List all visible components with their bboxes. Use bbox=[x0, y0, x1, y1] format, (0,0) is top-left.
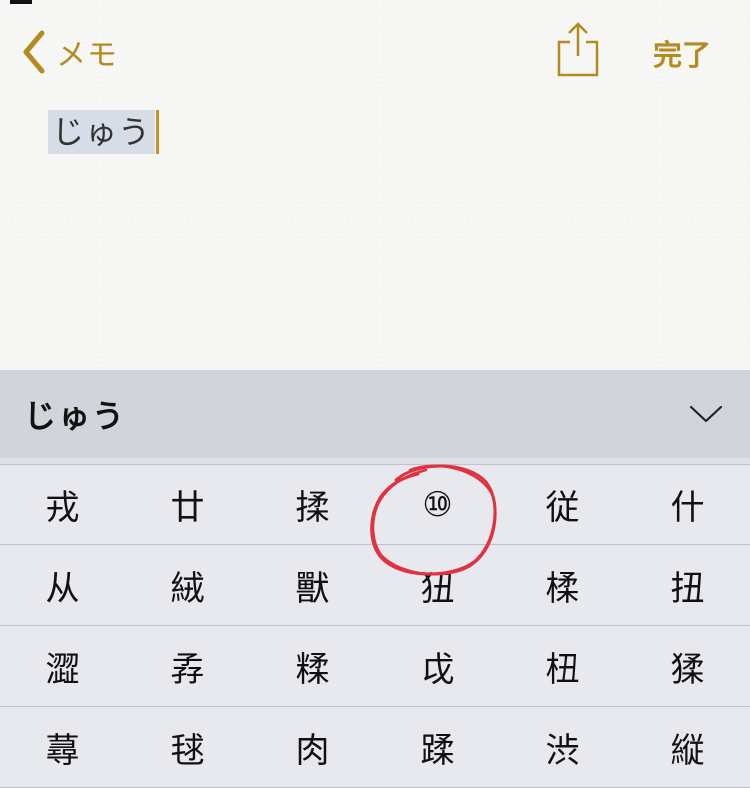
candidate-key[interactable]: 縦 bbox=[625, 707, 750, 787]
done-button[interactable]: 完了 bbox=[653, 32, 711, 74]
candidate-row: 澀 孨 糅 戉 杻 猱 bbox=[0, 626, 750, 707]
candidate-key[interactable]: 猱 bbox=[625, 626, 750, 706]
note-body[interactable]: じゅう bbox=[48, 110, 160, 154]
back-button[interactable]: メモ bbox=[20, 26, 118, 78]
candidate-key[interactable]: 戉 bbox=[375, 626, 500, 706]
candidate-key[interactable]: 蕁 bbox=[0, 707, 125, 787]
chevron-left-icon bbox=[23, 30, 45, 74]
candidate-key[interactable]: 澀 bbox=[0, 626, 125, 706]
notes-canvas[interactable]: メモ 完了 じゅう bbox=[0, 0, 750, 370]
back-button-label: メモ bbox=[56, 38, 118, 73]
candidate-key-circled-ten[interactable]: ⑩ bbox=[375, 465, 500, 544]
candidate-key[interactable]: 狃 bbox=[375, 545, 500, 625]
candidate-row: 蕁 毬 肉 蹂 渋 縦 bbox=[0, 707, 750, 788]
candidate-key[interactable]: 絨 bbox=[125, 545, 250, 625]
share-icon bbox=[557, 22, 599, 77]
reading-text: じゅう bbox=[24, 397, 127, 435]
candidate-key[interactable]: 従 bbox=[500, 465, 625, 544]
collapse-candidates-button[interactable] bbox=[688, 396, 724, 432]
candidate-row: 从 絨 獸 狃 楺 扭 bbox=[0, 545, 750, 626]
japanese-keyboard: じゅう 戎 廿 揉 ⑩ 従 什 从 絨 獸 狃 楺 扭 澀 孨 糅 戉 杻 猱 … bbox=[0, 370, 750, 788]
candidate-key[interactable]: 獸 bbox=[250, 545, 375, 625]
candidate-key[interactable]: 孨 bbox=[125, 626, 250, 706]
candidate-key[interactable]: 揉 bbox=[250, 465, 375, 544]
candidate-key[interactable]: 从 bbox=[0, 545, 125, 625]
chevron-down-icon bbox=[689, 405, 723, 423]
candidate-key[interactable]: 戎 bbox=[0, 465, 125, 544]
text-caret bbox=[156, 110, 160, 154]
candidate-key[interactable]: 蹂 bbox=[375, 707, 500, 787]
candidate-row: 戎 廿 揉 ⑩ 従 什 bbox=[0, 464, 750, 545]
share-button[interactable] bbox=[556, 22, 600, 78]
candidate-key[interactable]: 扭 bbox=[625, 545, 750, 625]
candidate-key[interactable]: 糅 bbox=[250, 626, 375, 706]
marked-text: じゅう bbox=[48, 110, 156, 154]
candidate-key[interactable]: 渋 bbox=[500, 707, 625, 787]
candidate-grid: 戎 廿 揉 ⑩ 従 什 从 絨 獸 狃 楺 扭 澀 孨 糅 戉 杻 猱 蕁 毬 … bbox=[0, 464, 750, 788]
candidate-bar: じゅう bbox=[0, 370, 750, 458]
candidate-key[interactable]: 楺 bbox=[500, 545, 625, 625]
candidate-key[interactable]: 毬 bbox=[125, 707, 250, 787]
candidate-key[interactable]: 廿 bbox=[125, 465, 250, 544]
candidate-key[interactable]: 杻 bbox=[500, 626, 625, 706]
status-bar-fragment bbox=[10, 0, 32, 4]
candidate-key[interactable]: 肉 bbox=[250, 707, 375, 787]
candidate-key[interactable]: 什 bbox=[625, 465, 750, 544]
